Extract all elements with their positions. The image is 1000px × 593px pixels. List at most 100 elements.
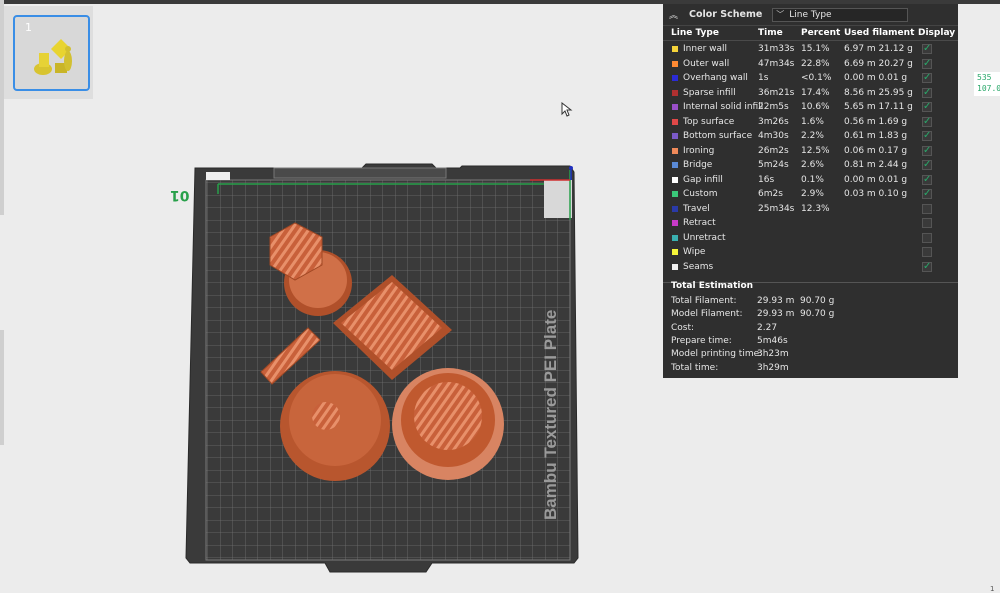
corner-mark: 1 [990,585,995,593]
line-type-swatch [672,75,678,81]
summary-value-secondary: 90.70 g [800,309,835,320]
legend-row: Top surface 3m26s 1.6% 0.56 m 1.69 g [663,115,958,130]
display-checkbox[interactable] [922,144,932,158]
color-scheme-selected: Line Type [789,9,832,20]
display-checkbox[interactable] [922,57,932,71]
line-type-time: 4m30s [758,131,789,141]
header-divider [663,40,958,41]
line-type-time: 26m2s [758,145,789,156]
line-type-filament: 6.97 m 21.12 g [844,44,913,54]
line-type-percent: 10.6% [801,102,830,112]
line-type-time: 1s [758,73,769,83]
summary-label: Total Filament: [671,296,737,306]
line-type-swatch [672,191,678,197]
display-checkbox[interactable] [922,86,932,100]
display-checkbox[interactable] [922,158,932,172]
display-checkbox[interactable] [922,203,932,214]
line-type-name: Gap infill [683,174,723,185]
line-type-time: 25m34s [758,203,795,214]
line-type-name: Sparse infill [683,87,736,98]
line-type-swatch [672,104,678,110]
line-type-time: 31m33s [758,44,795,54]
legend-row: Bridge 5m24s 2.6% 0.81 m 2.44 g [663,158,958,173]
mouse-cursor-icon [561,102,573,117]
summary-value: 5m46s [757,335,788,346]
color-scheme-panel: ︽ Color Scheme ﹀ Line Type Line Type Tim… [663,4,958,378]
line-type-percent: 0.1% [801,174,824,185]
display-checkbox[interactable] [922,260,932,274]
legend-row: Unretract [663,231,958,246]
display-checkbox[interactable] [922,71,932,85]
legend-row: Custom 6m2s 2.9% 0.03 m 0.10 g [663,187,958,202]
display-checkbox[interactable] [922,187,932,201]
legend-row: Wipe [663,245,958,260]
header-line-type: Line Type [671,28,719,38]
display-checkbox[interactable] [922,115,932,129]
line-type-swatch [672,46,678,52]
summary-row: Total Filament: 29.93 m 90.70 g [663,296,958,309]
summary-label: Cost: [671,322,695,333]
side-readout-top: 535 [977,73,992,82]
line-type-name: Seams [683,261,714,272]
line-type-name: Internal solid infill [683,102,764,112]
line-type-percent: 2.6% [801,160,824,170]
line-type-time: 5m24s [758,160,789,170]
line-type-filament: 6.69 m 20.27 g [844,58,913,69]
summary-row: Total time: 3h29m [663,363,958,376]
line-type-time: 6m2s [758,189,783,199]
line-type-percent: <0.1% [801,73,832,83]
legend-row: Overhang wall 1s <0.1% 0.00 m 0.01 g [663,71,958,86]
legend-row: Bottom surface 4m30s 2.2% 0.61 m 1.83 g [663,129,958,144]
3d-viewport[interactable]: Bambu Textured PEI Plate [170,120,590,580]
line-type-name: Bottom surface [683,131,753,141]
summary-value: 29.93 m [757,309,795,320]
line-type-swatch [672,234,678,241]
legend-row: Inner wall 31m33s 15.1% 6.97 m 21.12 g [663,42,958,57]
line-type-swatch [672,176,678,183]
plate-label: Bambu Textured PEI Plate [541,310,560,520]
line-type-swatch [672,249,678,255]
line-type-percent: 2.9% [801,189,824,199]
header-percent: Percent [801,28,841,38]
line-type-time: 36m21s [758,87,795,98]
line-type-name: Wipe [683,247,706,257]
display-checkbox[interactable] [922,232,932,243]
header-time: Time [758,28,783,38]
line-type-swatch [672,220,678,226]
display-checkbox[interactable] [922,100,932,114]
plate-thumbnail[interactable]: 1 [13,15,90,91]
line-type-swatch [672,162,678,168]
display-checkbox[interactable] [922,218,932,228]
summary-row: Model printing time: 3h23m [663,349,958,362]
line-type-name: Ironing [683,145,715,156]
header-display: Display [918,28,956,38]
line-type-percent: 2.2% [801,131,824,141]
display-checkbox[interactable] [922,173,932,187]
line-type-filament: 0.61 m 1.83 g [844,131,908,141]
collapse-chevron-icon[interactable]: ︽ [669,8,681,21]
legend-row: Ironing 26m2s 12.5% 0.06 m 0.17 g [663,144,958,159]
summary-label: Prepare time: [671,335,732,346]
line-type-swatch [672,263,678,270]
line-type-swatch [672,147,678,154]
line-type-swatch [672,133,678,139]
legend-row: Gap infill 16s 0.1% 0.00 m 0.01 g [663,173,958,188]
summary-label: Model printing time: [671,349,763,360]
summary-row: Model Filament: 29.93 m 90.70 g [663,309,958,322]
color-scheme-dropdown[interactable]: ﹀ Line Type [772,7,909,22]
display-checkbox[interactable] [922,42,932,56]
line-type-percent: 15.1% [801,44,830,54]
line-type-name: Overhang wall [683,73,748,83]
line-type-name: Outer wall [683,58,730,69]
display-checkbox[interactable] [922,129,932,143]
line-type-percent: 17.4% [801,87,830,98]
line-type-filament: 0.81 m 2.44 g [844,160,908,170]
line-type-filament: 0.00 m 0.01 g [844,73,908,83]
total-estimation-title: Total Estimation [671,281,754,291]
legend-row: Internal solid infill 22m5s 10.6% 5.65 m 17… [663,100,958,115]
line-type-time: 22m5s [758,102,789,112]
display-checkbox[interactable] [922,247,932,257]
color-scheme-header: ︽ Color Scheme ﹀ Line Type [663,4,958,26]
build-plate-canvas[interactable]: Bambu Textured PEI Plate [170,120,590,580]
line-type-name: Custom [683,189,718,199]
